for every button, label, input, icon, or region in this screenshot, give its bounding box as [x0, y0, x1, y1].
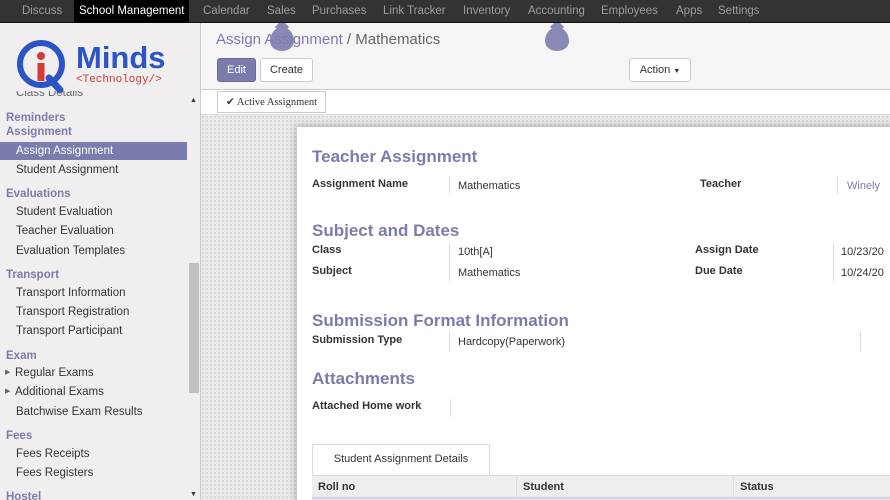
menu-discuss[interactable]: Discuss	[22, 0, 62, 23]
field-divider	[449, 332, 450, 352]
column-header-status[interactable]: Status	[734, 476, 890, 498]
sidebar-item-teacher-evaluation[interactable]: Teacher Evaluation	[0, 222, 187, 240]
sidebar-group-exam: Exam	[6, 350, 37, 362]
droplet-marker-icon	[545, 27, 569, 51]
menu-apps[interactable]: Apps	[676, 0, 702, 23]
sidebar-item-transport-participant[interactable]: Transport Participant	[0, 322, 187, 340]
sidebar-item-student-assignment[interactable]: Student Assignment	[0, 161, 187, 179]
sidebar-item-fees-receipts[interactable]: Fees Receipts	[0, 445, 187, 463]
sidebar-item-transport-registration[interactable]: Transport Registration	[0, 303, 187, 321]
section-title-submission-format: Submission Format Information	[312, 311, 569, 330]
sidebar-item-transport-information[interactable]: Transport Information	[0, 284, 187, 302]
field-divider	[450, 399, 451, 417]
menu-link-tracker[interactable]: Link Tracker	[383, 0, 446, 23]
due-date-label: Due Date	[695, 265, 743, 277]
svg-text:<Technology/>: <Technology/>	[76, 74, 162, 86]
sidebar-group-reminders-assignment: Reminders Assignment	[6, 112, 72, 138]
menu-calendar[interactable]: Calendar	[203, 0, 250, 23]
caret-down-icon: ▼	[673, 68, 681, 75]
menu-accounting[interactable]: Accounting	[528, 0, 585, 23]
assign-date-label: Assign Date	[695, 244, 759, 256]
section-title-teacher-assignment: Teacher Assignment	[312, 147, 478, 166]
status-bar: ✔ Active Assignment	[201, 90, 890, 115]
sidebar-item-evaluation-templates[interactable]: Evaluation Templates	[0, 242, 187, 260]
sidebar: Minds <Technology/> Class Details Remind…	[0, 23, 201, 500]
field-divider	[449, 243, 450, 281]
control-panel: Assign Assignment / Mathematics Edit Cre…	[201, 23, 890, 90]
subject-label: Subject	[312, 265, 352, 277]
sidebar-item-class-details[interactable]: Class Details	[0, 91, 187, 101]
sidebar-item-label: Regular Exams	[15, 367, 94, 379]
action-dropdown-button[interactable]: Action ▼	[629, 58, 691, 82]
caret-right-icon: ▶	[5, 388, 11, 395]
field-divider	[833, 243, 834, 281]
top-menu-bar: Discuss School Management Calendar Sales…	[0, 0, 890, 23]
active-assignment-button[interactable]: ✔ Active Assignment	[217, 91, 327, 113]
breadcrumb: Assign Assignment / Mathematics	[216, 31, 440, 48]
svg-text:Minds: Minds	[76, 40, 166, 75]
scrollbar-thumb[interactable]	[189, 263, 199, 393]
menu-employees[interactable]: Employees	[601, 0, 658, 23]
sidebar-item-batchwise-exam-results[interactable]: Batchwise Exam Results	[0, 403, 187, 421]
menu-inventory[interactable]: Inventory	[463, 0, 510, 23]
attached-homework-label: Attached Home work	[312, 400, 422, 412]
submission-type-value: Hardcopy(Paperwork)	[458, 336, 565, 348]
main-content: Assign Assignment / Mathematics Edit Cre…	[201, 23, 890, 500]
column-header-student[interactable]: Student	[517, 476, 734, 498]
assignment-name-label: Assignment Name	[312, 178, 408, 190]
field-divider	[449, 176, 450, 194]
action-button-label: Action	[639, 64, 671, 76]
sidebar-group-transport: Transport	[6, 269, 60, 281]
sidebar-item-assign-assignment[interactable]: Assign Assignment	[0, 142, 187, 160]
create-button[interactable]: Create	[260, 58, 313, 82]
table-header: Roll no Student Status	[312, 475, 890, 498]
menu-settings[interactable]: Settings	[718, 0, 760, 23]
class-label: Class	[312, 244, 342, 256]
menu-purchases[interactable]: Purchases	[312, 0, 366, 23]
sidebar-group-fees: Fees	[6, 430, 33, 442]
menu-school-management[interactable]: School Management	[74, 0, 190, 23]
menu-sales[interactable]: Sales	[267, 0, 296, 23]
company-logo[interactable]: Minds <Technology/>	[16, 35, 188, 97]
breadcrumb-current: Mathematics	[355, 31, 441, 48]
sidebar-group-hostel: Hostel	[6, 491, 42, 500]
field-divider	[860, 332, 861, 352]
submission-type-label: Submission Type	[312, 334, 403, 346]
form-background: Teacher Assignment Assignment Name Mathe…	[201, 115, 890, 500]
due-date-value: 10/24/20	[841, 267, 884, 279]
class-value: 10th[A]	[458, 246, 493, 258]
sidebar-item-student-evaluation[interactable]: Student Evaluation	[0, 203, 187, 221]
section-title-attachments: Attachments	[312, 369, 415, 388]
sidebar-group-evaluations: Evaluations	[6, 188, 71, 200]
column-header-roll-no[interactable]: Roll no	[312, 476, 517, 498]
teacher-label: Teacher	[700, 178, 742, 190]
sidebar-item-fees-registers[interactable]: Fees Registers	[0, 464, 187, 482]
subject-value: Mathematics	[458, 267, 521, 279]
sidebar-item-label: Additional Exams	[15, 386, 104, 398]
edit-button[interactable]: Edit	[217, 58, 256, 82]
tab-student-assignment-details[interactable]: Student Assignment Details	[312, 444, 490, 475]
scroll-up-icon[interactable]: ▲	[190, 97, 197, 104]
teacher-link[interactable]: Winely	[847, 180, 880, 192]
form-sheet: Teacher Assignment Assignment Name Mathe…	[297, 127, 890, 500]
droplet-marker-icon	[270, 27, 294, 51]
section-title-subject-dates: Subject and Dates	[312, 221, 460, 240]
breadcrumb-separator: /	[346, 31, 352, 48]
active-assignment-label: Active Assignment	[236, 97, 318, 108]
scroll-down-icon[interactable]: ▼	[190, 491, 197, 498]
check-icon: ✔	[226, 96, 235, 108]
field-divider	[837, 176, 838, 194]
sidebar-scrollbar[interactable]: ▲ ▼	[187, 87, 200, 500]
sidebar-item-regular-exams[interactable]: ▶ Regular Exams	[0, 364, 187, 382]
sidebar-item-additional-exams[interactable]: ▶ Additional Exams	[0, 383, 187, 401]
assignment-name-value: Mathematics	[458, 180, 521, 192]
caret-right-icon: ▶	[5, 369, 11, 376]
assign-date-value: 10/23/20	[841, 246, 884, 258]
